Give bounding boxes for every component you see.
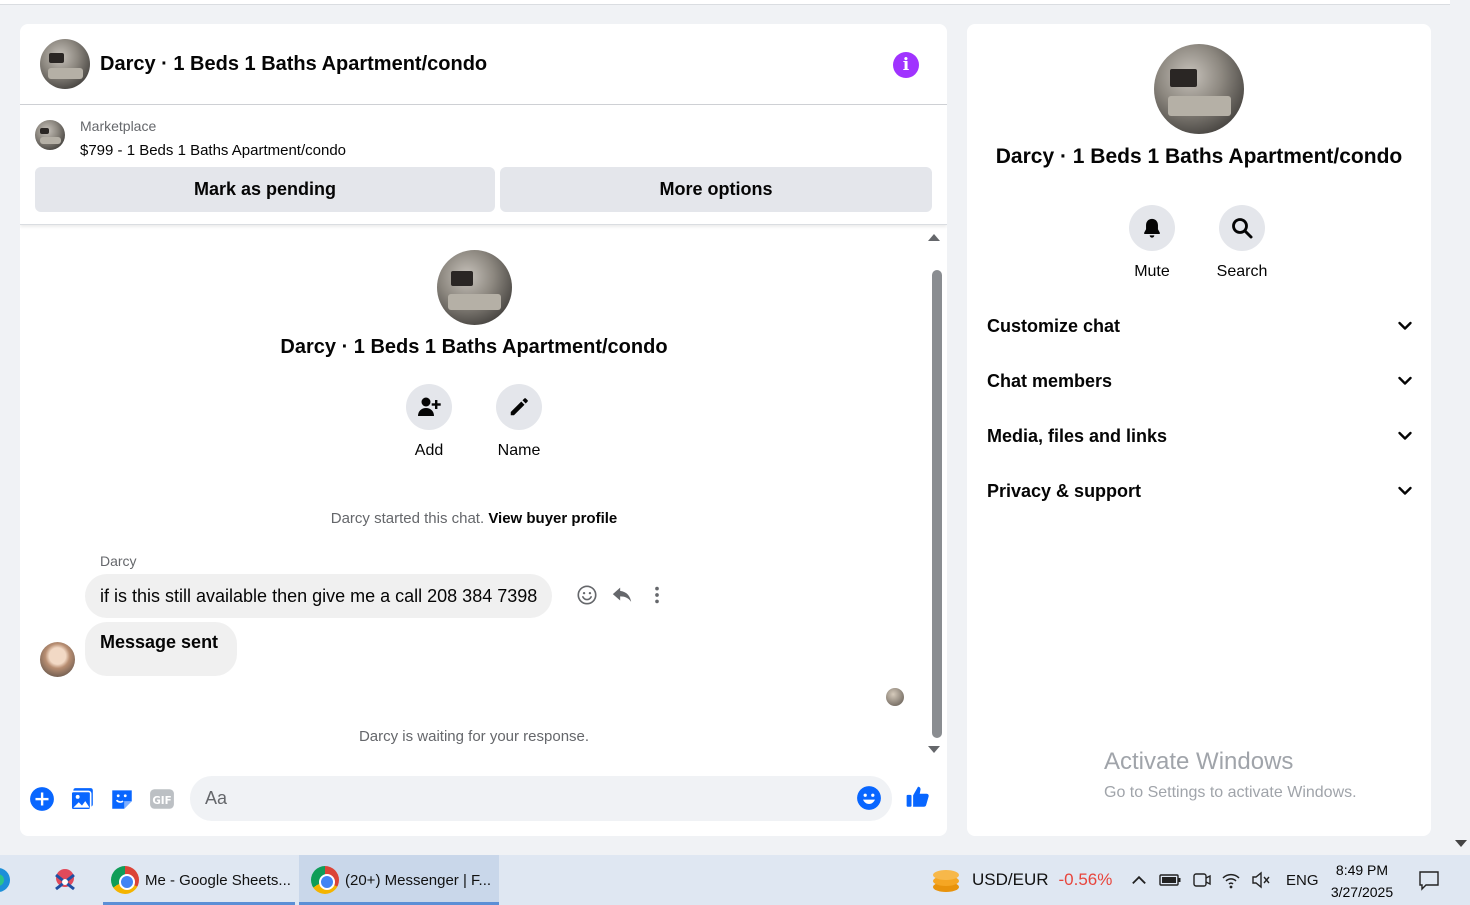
add-person-icon[interactable] bbox=[406, 384, 452, 430]
search-label: Search bbox=[1216, 263, 1268, 280]
taskbar-google-sheets[interactable]: Me - Google Sheets... bbox=[103, 855, 295, 905]
row-label: Customize chat bbox=[987, 315, 1121, 336]
user-avatar[interactable] bbox=[40, 642, 75, 677]
scroll-down-arrow[interactable] bbox=[928, 746, 940, 753]
chrome-icon bbox=[111, 866, 139, 894]
view-buyer-profile-link[interactable]: View buyer profile bbox=[488, 510, 617, 527]
marketplace-banner: Marketplace $799 - 1 Beds 1 Baths Apartm… bbox=[20, 105, 947, 225]
system-tray: ENG bbox=[1130, 855, 1319, 905]
watermark-title: Activate Windows bbox=[1104, 748, 1294, 775]
chevron-down-icon bbox=[1398, 376, 1412, 385]
battery-icon[interactable] bbox=[1159, 871, 1181, 889]
sticker-icon[interactable] bbox=[109, 786, 135, 812]
chat-panel: Darcy · 1 Beds 1 Baths Apartment/condo i… bbox=[20, 24, 947, 836]
marketplace-label: Marketplace bbox=[80, 118, 157, 134]
speaker-muted-icon[interactable] bbox=[1251, 870, 1271, 890]
photo-icon[interactable] bbox=[69, 786, 95, 812]
clock-date: 3/27/2025 bbox=[1330, 884, 1394, 900]
currency-change: -0.56% bbox=[1058, 870, 1113, 889]
chat-title[interactable]: Darcy · 1 Beds 1 Baths Apartment/condo bbox=[100, 53, 487, 76]
customize-chat-row[interactable]: Customize chat bbox=[987, 306, 1413, 346]
reply-icon[interactable] bbox=[611, 584, 633, 606]
chevron-down-icon bbox=[1398, 321, 1412, 330]
info-avatar[interactable] bbox=[1154, 44, 1244, 134]
watermark-subtitle: Go to Settings to activate Windows. bbox=[1104, 784, 1357, 801]
notifications-icon[interactable] bbox=[1418, 855, 1440, 905]
pencil-icon[interactable] bbox=[496, 384, 542, 430]
add-people-action[interactable]: Add bbox=[399, 384, 459, 460]
intro-avatar bbox=[437, 250, 512, 325]
thumbs-up-icon[interactable] bbox=[905, 784, 931, 810]
chrome-icon bbox=[311, 866, 339, 894]
listing-title[interactable]: $799 - 1 Beds 1 Baths Apartment/condo bbox=[80, 142, 346, 159]
message-input[interactable] bbox=[190, 776, 892, 821]
search-action[interactable]: Search bbox=[1202, 205, 1282, 281]
composer: GIF bbox=[20, 776, 947, 826]
taskbar-messenger[interactable]: (20+) Messenger | F... bbox=[299, 855, 499, 905]
chevron-up-icon[interactable] bbox=[1130, 871, 1148, 889]
currency-pair: USD/EUR bbox=[972, 870, 1049, 889]
activate-windows-watermark: Activate Windows Go to Settings to activ… bbox=[1104, 748, 1357, 802]
listing-thumbnail[interactable] bbox=[35, 120, 65, 150]
chat-avatar[interactable] bbox=[40, 39, 90, 89]
more-options-button[interactable]: More options bbox=[500, 167, 932, 212]
row-label: Privacy & support bbox=[987, 480, 1142, 501]
language-indicator[interactable]: ENG bbox=[1286, 872, 1319, 889]
svg-text:GIF: GIF bbox=[152, 795, 171, 807]
conversation-info-panel: Darcy · 1 Beds 1 Baths Apartment/condo M… bbox=[967, 24, 1431, 836]
search-icon[interactable] bbox=[1219, 205, 1265, 251]
bell-icon[interactable] bbox=[1129, 205, 1175, 251]
message-actions bbox=[576, 584, 668, 606]
mute-action[interactable]: Mute bbox=[1112, 205, 1192, 281]
coins-icon bbox=[933, 870, 959, 892]
snipping-tool-icon[interactable] bbox=[50, 855, 84, 905]
emoji-icon[interactable] bbox=[856, 785, 882, 811]
clock[interactable]: 8:49 PM 3/27/2025 bbox=[1322, 859, 1402, 903]
scrollbar-thumb[interactable] bbox=[932, 270, 942, 738]
message-list: Darcy · 1 Beds 1 Baths Apartment/condo A… bbox=[20, 226, 947, 766]
info-icon[interactable]: i bbox=[893, 52, 919, 78]
chevron-down-icon bbox=[1398, 431, 1412, 440]
sender-name: Darcy bbox=[100, 553, 137, 569]
row-label: Chat members bbox=[987, 370, 1113, 391]
currency-widget[interactable]: USD/EUR -0.56% bbox=[930, 855, 1112, 905]
react-emoji-icon[interactable] bbox=[576, 584, 598, 606]
plus-circle-icon[interactable] bbox=[29, 786, 55, 812]
chat-members-row[interactable]: Chat members bbox=[987, 361, 1413, 401]
message-sent-bubble[interactable]: Message sent bbox=[85, 622, 238, 676]
privacy-support-row[interactable]: Privacy & support bbox=[987, 471, 1413, 511]
info-title: Darcy · 1 Beds 1 Baths Apartment/condo bbox=[995, 145, 1403, 168]
add-label: Add bbox=[414, 442, 444, 459]
chat-header: Darcy · 1 Beds 1 Baths Apartment/condo i bbox=[20, 24, 947, 105]
message-bubble[interactable]: if is this still available then give me … bbox=[85, 574, 553, 618]
edge-icon[interactable] bbox=[0, 855, 20, 905]
clock-time: 8:49 PM bbox=[1335, 862, 1389, 878]
waiting-notice: Darcy is waiting for your response. bbox=[358, 728, 590, 745]
chevron-down-icon bbox=[1398, 486, 1412, 495]
taskbar: Me - Google Sheets... (20+) Messenger | … bbox=[0, 855, 1470, 905]
media-files-links-row[interactable]: Media, files and links bbox=[987, 416, 1413, 456]
name-label: Name bbox=[497, 442, 541, 459]
mark-as-pending-button[interactable]: Mark as pending bbox=[35, 167, 495, 212]
taskbar-messenger-label: (20+) Messenger | F... bbox=[345, 871, 492, 889]
more-vertical-icon[interactable] bbox=[646, 584, 668, 606]
gif-icon[interactable]: GIF bbox=[149, 786, 175, 812]
row-label: Media, files and links bbox=[987, 425, 1168, 446]
top-strip bbox=[0, 0, 1450, 5]
chat-started-notice: Darcy started this chat. View buyer prof… bbox=[20, 510, 928, 527]
mute-label: Mute bbox=[1134, 263, 1170, 280]
started-text: Darcy started this chat. bbox=[330, 510, 485, 527]
taskbar-sheets-label: Me - Google Sheets... bbox=[145, 871, 291, 889]
meet-now-icon[interactable] bbox=[1191, 870, 1211, 890]
page-scroll-down-arrow[interactable] bbox=[1455, 840, 1467, 847]
wifi-icon[interactable] bbox=[1221, 870, 1241, 890]
edit-name-action[interactable]: Name bbox=[489, 384, 549, 460]
intro-title: Darcy · 1 Beds 1 Baths Apartment/condo bbox=[280, 336, 668, 358]
scrollbar[interactable] bbox=[928, 226, 944, 756]
seen-indicator-avatar bbox=[886, 688, 904, 706]
